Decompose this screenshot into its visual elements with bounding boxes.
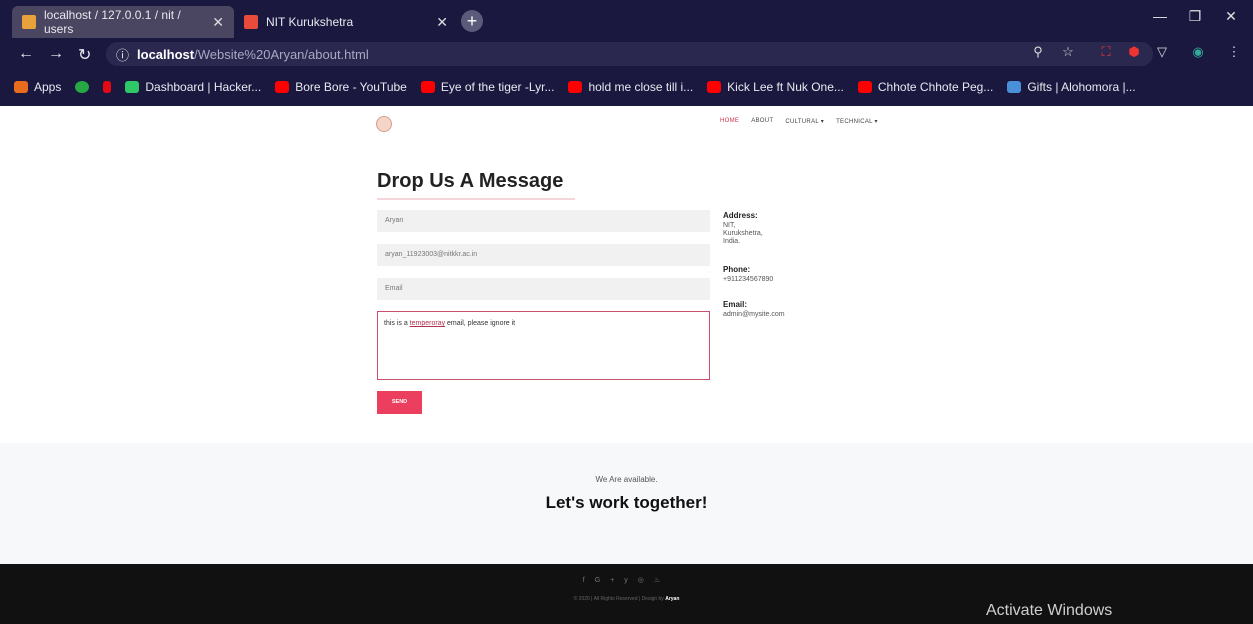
site-favicon xyxy=(244,15,258,29)
tab-nit-kurukshetra[interactable]: NIT Kurukshetra ✕ xyxy=(234,6,458,38)
close-tab-icon[interactable]: ✕ xyxy=(212,14,224,31)
forward-icon[interactable]: → xyxy=(48,45,64,63)
tab-label: localhost / 127.0.0.1 / nit / users xyxy=(44,8,181,36)
bookmarks-bar: Apps Dashboard | Hacker... Bore Bore - Y… xyxy=(0,72,1253,102)
bookmark-hackerrank[interactable]: Dashboard | Hacker... xyxy=(125,80,261,94)
google-plus-icon[interactable]: G+ xyxy=(595,577,625,584)
activate-windows-watermark: Activate Windows xyxy=(986,602,1113,619)
bookmark-gifts[interactable]: Gifts | Alohomora |... xyxy=(1007,80,1136,94)
cta-subtitle: We Are available. xyxy=(595,475,658,484)
vpn-extension-icon[interactable]: ▽ xyxy=(1154,44,1170,60)
info-icon[interactable]: ⓘ xyxy=(116,45,129,64)
tab-label: NIT Kurukshetra xyxy=(266,15,354,29)
twitter-icon[interactable]: y xyxy=(624,577,638,584)
bookmark-youtube-4[interactable]: Kick Lee ft Nuk One... xyxy=(707,80,844,94)
hackerrank-icon xyxy=(125,81,140,93)
apps-grid-icon xyxy=(14,81,28,93)
address-bar[interactable]: ⓘ localhost/Website%20Aryan/about.html xyxy=(106,42,1153,66)
facebook-icon[interactable]: f xyxy=(583,577,595,584)
bookmark-youtube-2[interactable]: Eye of the tiger -Lyr... xyxy=(420,80,554,94)
pdf-extension-icon[interactable]: ⛶ xyxy=(1098,44,1114,60)
web-page: HOME ABOUT CULTURAL ▾ TECHNICAL ▾ Drop U… xyxy=(0,106,1253,624)
shield-extension-icon[interactable]: ⬢ xyxy=(1126,44,1142,60)
phpmyadmin-favicon xyxy=(22,15,36,29)
name-field[interactable]: Aryan xyxy=(377,210,710,232)
bookmark-play[interactable] xyxy=(75,81,90,93)
misspelled-word: temperoray xyxy=(409,320,446,327)
page-title: Drop Us A Message xyxy=(377,170,564,192)
play-icon xyxy=(75,81,90,93)
bookmark-netflix[interactable] xyxy=(103,81,112,93)
email-field[interactable]: aryan_11923003@nitkkr.ac.in xyxy=(377,244,710,266)
zoom-icon[interactable]: ⚲ xyxy=(1030,44,1046,60)
phone-block: Phone: +911234567890 xyxy=(723,265,774,284)
author-link[interactable]: Aryan xyxy=(665,596,679,602)
youtube-icon xyxy=(707,81,722,93)
tab-bar: localhost / 127.0.0.1 / nit / users ✕ NI… xyxy=(0,0,1253,38)
stackoverflow-icon[interactable]: ♨ xyxy=(654,577,670,584)
site-logo[interactable] xyxy=(376,116,392,132)
maximize-icon[interactable]: ❐ xyxy=(1180,8,1210,25)
youtube-icon xyxy=(420,81,435,93)
subject-field[interactable]: Email xyxy=(377,278,710,300)
social-links: fG+y◎♨ xyxy=(0,576,1253,584)
nav-about[interactable]: ABOUT xyxy=(751,118,773,125)
close-tab-icon[interactable]: ✕ xyxy=(436,14,448,31)
message-textarea[interactable]: this is a temperoray email, please ignor… xyxy=(377,311,710,380)
youtube-icon xyxy=(275,81,290,93)
site-nav: HOME ABOUT CULTURAL ▾ TECHNICAL ▾ xyxy=(720,118,878,125)
menu-icon[interactable]: ⋮ xyxy=(1226,44,1242,60)
send-button[interactable]: SEND xyxy=(377,391,422,414)
browser-chrome: localhost / 127.0.0.1 / nit / users ✕ NI… xyxy=(0,0,1253,106)
minimize-icon[interactable]: — xyxy=(1145,8,1175,24)
new-tab-button[interactable]: + xyxy=(461,10,483,32)
bookmark-star-icon[interactable]: ☆ xyxy=(1060,44,1076,60)
nav-technical[interactable]: TECHNICAL ▾ xyxy=(836,118,878,125)
bookmark-youtube-5[interactable]: Chhote Chhote Peg... xyxy=(857,80,993,94)
email-block: Email: admin@mysite.com xyxy=(723,300,785,319)
bookmark-youtube-1[interactable]: Bore Bore - YouTube xyxy=(275,80,407,94)
back-icon[interactable]: ← xyxy=(18,45,34,63)
netflix-icon xyxy=(103,81,112,93)
bookmark-youtube-3[interactable]: hold me close till i... xyxy=(568,80,693,94)
close-window-icon[interactable]: ✕ xyxy=(1216,8,1246,25)
youtube-icon xyxy=(568,81,583,93)
nav-cultural[interactable]: CULTURAL ▾ xyxy=(785,118,824,125)
cta-title: Let's work together! xyxy=(545,493,708,512)
title-underline xyxy=(377,198,575,200)
youtube-icon xyxy=(857,81,872,93)
gift-icon xyxy=(1007,81,1022,93)
url-host: localhost xyxy=(137,46,195,62)
nav-home[interactable]: HOME xyxy=(720,118,739,125)
cta-section: We Are available. Let's work together! xyxy=(0,443,1253,564)
globe-extension-icon[interactable]: ◉ xyxy=(1190,44,1206,60)
bookmark-apps[interactable]: Apps xyxy=(14,80,61,94)
tab-phpmyadmin[interactable]: localhost / 127.0.0.1 / nit / users ✕ xyxy=(12,6,234,38)
instagram-icon[interactable]: ◎ xyxy=(638,577,654,584)
url-path: /Website%20Aryan/about.html xyxy=(194,46,369,62)
address-block: Address: NIT, Kurukshetra, India. xyxy=(723,211,763,246)
reload-icon[interactable]: ↻ xyxy=(78,45,91,65)
